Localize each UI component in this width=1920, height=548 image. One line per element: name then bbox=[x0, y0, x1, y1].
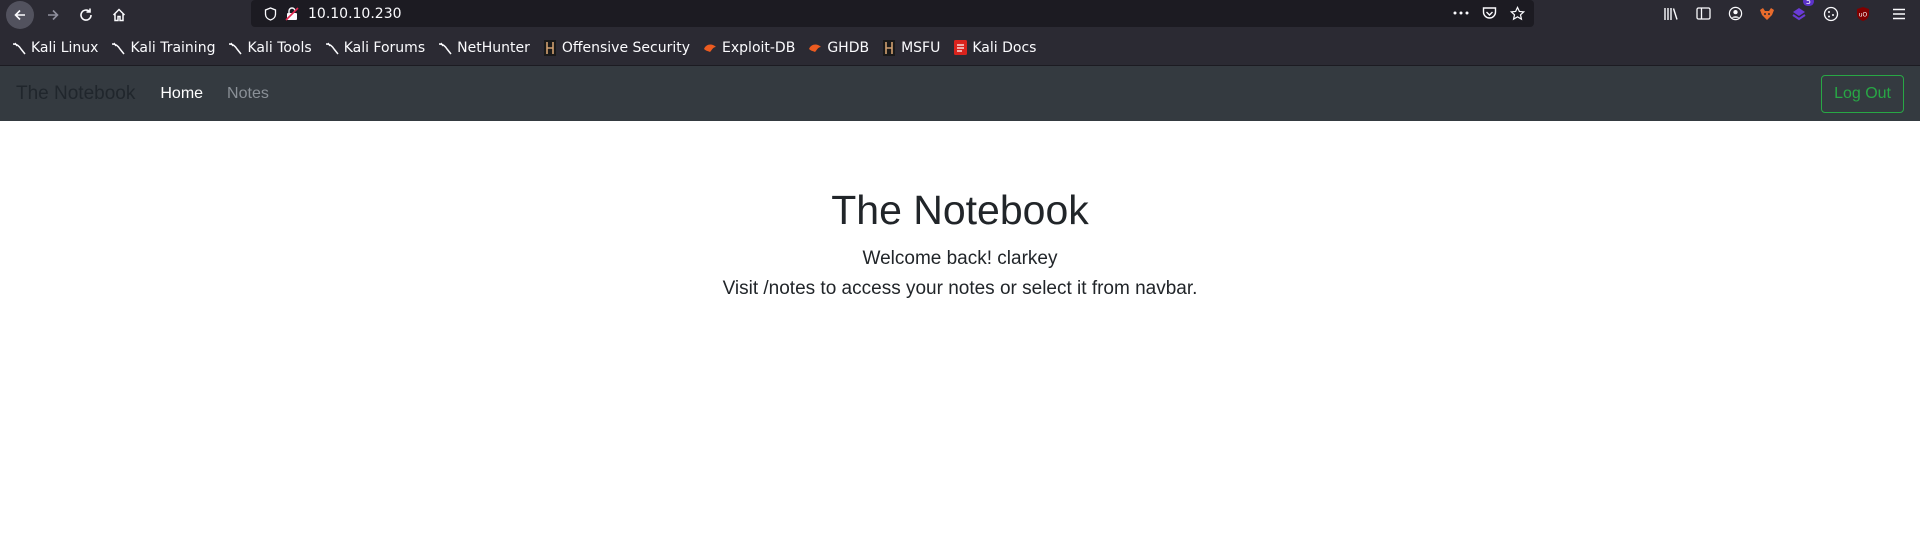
offsec-icon bbox=[882, 39, 896, 56]
back-button[interactable] bbox=[6, 1, 34, 29]
pocket-icon[interactable] bbox=[1480, 4, 1498, 22]
forward-arrow-icon bbox=[48, 9, 59, 21]
insecure-lock-icon[interactable] bbox=[284, 6, 300, 22]
library-icon[interactable] bbox=[1660, 3, 1682, 25]
site-brand[interactable]: The Notebook bbox=[16, 83, 135, 105]
welcome-message: Welcome back! clarkey bbox=[862, 248, 1058, 269]
kali-dragon-icon bbox=[438, 41, 452, 55]
kali-dragon-icon bbox=[111, 41, 126, 55]
url-bar[interactable]: 10.10.10.230 bbox=[251, 0, 1534, 27]
exploitdb-icon bbox=[703, 41, 717, 55]
back-arrow-icon bbox=[14, 9, 25, 21]
bookmark-label: Offensive Security bbox=[561, 39, 691, 56]
bookmark-kali-docs[interactable]: Kali Docs bbox=[953, 40, 1036, 56]
logout-button[interactable]: Log Out bbox=[1821, 75, 1904, 113]
home-icon bbox=[112, 8, 126, 22]
bookmark-msfu[interactable]: MSFU bbox=[882, 39, 941, 56]
browser-toolbar: 10.10.10.230 5 uO bbox=[0, 0, 1920, 30]
extension-badge-icon[interactable]: 5 bbox=[1788, 0, 1814, 25]
kali-dragon-icon bbox=[12, 41, 26, 55]
forward-button[interactable] bbox=[39, 1, 67, 29]
kali-dragon-icon bbox=[325, 41, 339, 55]
reload-icon bbox=[80, 8, 92, 21]
bookmark-label: Kali Docs bbox=[972, 39, 1037, 56]
account-icon[interactable] bbox=[1724, 3, 1746, 25]
tracking-protection-shield-icon[interactable] bbox=[262, 6, 278, 22]
home-button[interactable] bbox=[105, 1, 133, 29]
reload-button[interactable] bbox=[72, 1, 100, 29]
bookmark-kali-linux[interactable]: Kali Linux bbox=[12, 40, 98, 56]
kali-dragon-icon bbox=[228, 41, 243, 55]
bookmark-label: Kali Linux bbox=[31, 39, 99, 56]
bookmark-label: Kali Training bbox=[130, 39, 216, 56]
offsec-icon bbox=[543, 39, 557, 56]
bookmark-label: Kali Forums bbox=[343, 39, 426, 56]
cookie-extension-icon[interactable] bbox=[1820, 3, 1842, 25]
menu-hamburger-icon[interactable] bbox=[1888, 3, 1910, 25]
site-navbar: The Notebook Home Notes Log Out bbox=[0, 66, 1920, 121]
bookmark-label: Kali Tools bbox=[247, 39, 312, 56]
bookmark-kali-training[interactable]: Kali Training bbox=[111, 40, 215, 56]
kali-docs-icon bbox=[953, 40, 967, 55]
bookmark-kali-tools[interactable]: Kali Tools bbox=[228, 39, 312, 56]
ublock-origin-icon[interactable]: uO bbox=[1852, 3, 1874, 25]
bookmark-kali-forums[interactable]: Kali Forums bbox=[325, 40, 425, 56]
bookmark-star-icon[interactable] bbox=[1508, 4, 1526, 22]
bookmark-offensive-security[interactable]: Offensive Security bbox=[543, 39, 691, 56]
nav-notes-link[interactable]: Notes bbox=[227, 85, 269, 103]
bookmark-exploit-db[interactable]: Exploit-DB bbox=[703, 40, 795, 56]
extension-badge-count: 5 bbox=[1802, 0, 1814, 6]
bookmark-label: NetHunter bbox=[457, 39, 530, 56]
foxyproxy-extension-icon[interactable] bbox=[1756, 3, 1778, 25]
notes-hint: Visit /notes to access your notes or sel… bbox=[722, 278, 1198, 299]
main-content: The Notebook Welcome back! clarkey Visit… bbox=[0, 187, 1920, 304]
bookmark-nethunter[interactable]: NetHunter bbox=[438, 40, 530, 56]
bookmark-label: GHDB bbox=[827, 39, 870, 56]
nav-home-link[interactable]: Home bbox=[160, 85, 203, 103]
page-title: The Notebook bbox=[831, 187, 1089, 233]
sidebar-icon[interactable] bbox=[1692, 3, 1714, 25]
exploitdb-icon bbox=[808, 41, 822, 55]
url-text[interactable]: 10.10.10.230 bbox=[308, 6, 402, 22]
svg-text:uO: uO bbox=[1859, 11, 1868, 18]
bookmarks-bar: Kali Linux Kali Training Kali Tools Kali… bbox=[0, 30, 1920, 66]
bookmark-label: Exploit-DB bbox=[722, 39, 796, 56]
bookmark-ghdb[interactable]: GHDB bbox=[808, 40, 869, 56]
page-actions-ellipsis-icon[interactable] bbox=[1452, 4, 1470, 22]
bookmark-label: MSFU bbox=[901, 39, 941, 56]
